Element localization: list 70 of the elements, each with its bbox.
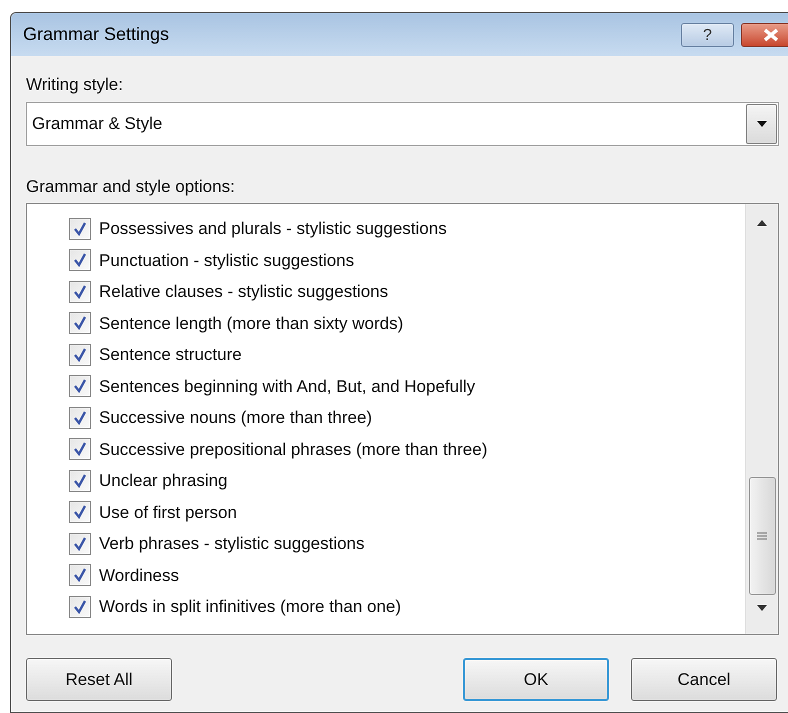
checkbox[interactable] (69, 406, 91, 429)
option-label: Sentences beginning with And, But, and Hopefully (99, 376, 476, 398)
scroll-down-icon[interactable] (757, 605, 767, 611)
scroll-up-icon[interactable] (757, 220, 767, 226)
option-label: Successive prepositional phrases (more than three) (99, 438, 488, 460)
checkbox[interactable] (69, 375, 91, 398)
checkmark-icon (73, 253, 87, 268)
caret-icon (756, 120, 766, 126)
checkbox[interactable] (69, 596, 91, 618)
scrollbar[interactable] (745, 204, 778, 634)
checkbox[interactable] (69, 532, 91, 555)
checkbox[interactable] (69, 564, 91, 586)
option-label: Successive nouns (more than three) (99, 407, 372, 429)
checkmark-icon (73, 348, 87, 362)
option-label: Punctuation - stylistic suggestions (99, 250, 354, 272)
writing-style-dropdown[interactable]: Grammar & Style (26, 102, 779, 146)
checkmark-icon (73, 410, 87, 425)
option-label: Sentence structure (99, 344, 242, 366)
option-item[interactable]: Successive nouns (more than three) (69, 402, 745, 434)
option-item[interactable]: Sentence length (more than sixty words) (69, 308, 745, 339)
field-label: Writing style: (26, 74, 124, 96)
checkbox[interactable] (69, 438, 91, 460)
checkbox[interactable] (69, 501, 91, 524)
ok-button[interactable]: OK (463, 658, 609, 701)
option-item[interactable]: Successive prepositional phrases (more than three) (69, 434, 745, 465)
checkmark-icon (73, 536, 87, 551)
dropdown-arrow-button[interactable] (746, 104, 777, 144)
close-button[interactable] (741, 22, 788, 46)
help-button[interactable]: ? (681, 22, 734, 46)
checkbox[interactable] (69, 280, 91, 303)
option-item[interactable]: Verb phrases - stylistic suggestions (69, 528, 745, 560)
checkmark-icon (73, 442, 87, 456)
option-label: Words in split infinitives (more than one) (99, 596, 402, 618)
option-item[interactable]: Use of first person (69, 496, 745, 528)
checkmark-icon (73, 379, 87, 394)
option-item[interactable]: Unclear phrasing (69, 465, 745, 496)
checkmark-icon (73, 316, 87, 330)
close-icon (762, 28, 780, 42)
option-label: Sentence length (more than sixty words) (99, 312, 404, 334)
checkmark-icon (73, 568, 87, 582)
option-item[interactable]: Sentences beginning with And, But, and Hopefully (69, 370, 745, 402)
option-item[interactable]: Wordiness (69, 560, 745, 591)
option-label: Relative clauses - stylistic suggestions (99, 281, 388, 303)
option-label: Possessives and plurals - stylistic suggestions (99, 218, 447, 240)
option-label: Unclear phrasing (99, 470, 228, 492)
dialog-button[interactable]: Reset All (26, 658, 172, 701)
option-item[interactable]: Punctuation - stylistic suggestions (69, 244, 745, 276)
dialog-button[interactable]: Cancel (631, 658, 777, 701)
checkmark-icon (73, 284, 87, 299)
scroll-thumb[interactable] (748, 477, 776, 595)
checkbox[interactable] (69, 218, 91, 240)
checkbox[interactable] (69, 470, 91, 492)
option-label: Wordiness (99, 564, 179, 586)
window-title: Grammar Settings (23, 23, 170, 46)
checkbox[interactable] (69, 312, 91, 334)
option-label: Use of first person (99, 502, 237, 524)
dropdown-value: Grammar & Style (31, 112, 164, 135)
checkmark-icon (73, 600, 87, 614)
checkbox[interactable] (69, 344, 91, 366)
option-item[interactable]: Words in split infinitives (more than one) (69, 591, 745, 622)
checkmark-icon (73, 474, 87, 488)
checkmark-icon (73, 505, 87, 520)
option-item[interactable]: Possessives and plurals - stylistic suggestions (69, 213, 745, 244)
option-item[interactable]: Relative clauses - stylistic suggestions (69, 276, 745, 308)
checkbox[interactable] (69, 249, 91, 272)
option-label: Verb phrases - stylistic suggestions (99, 533, 365, 555)
list-label: Grammar and style options: (26, 176, 236, 198)
grip-icon (757, 532, 767, 540)
option-item[interactable]: Sentence structure (69, 339, 745, 370)
checkmark-icon (73, 222, 87, 236)
